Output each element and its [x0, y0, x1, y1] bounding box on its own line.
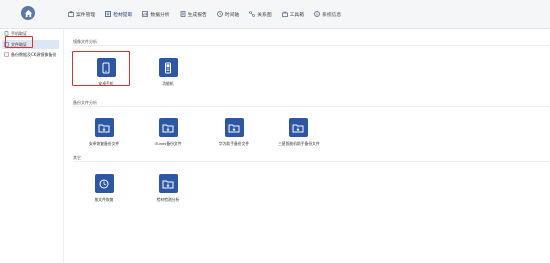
tile-icon-box: [158, 118, 178, 137]
app-window: 案件管理 检材提取 数据分析 生成报告 时间轴 关系图 工具箱 系统信息 手机取…: [0, 0, 550, 263]
folder-icon: [162, 180, 174, 188]
recovery-icon: [99, 179, 109, 188]
tile-label: 安卓恢复备份文件: [88, 141, 120, 146]
nav-generate-report[interactable]: 生成报告: [175, 0, 212, 28]
analysis-icon: [142, 11, 149, 17]
info-icon: [314, 11, 320, 17]
tile-file-recovery[interactable]: 按文件恢复: [84, 174, 124, 203]
tile-icon-box: [158, 58, 178, 77]
nav-evidence-extract[interactable]: 检材提取: [100, 0, 137, 28]
tile-icon-box: [224, 118, 244, 137]
sidebar: 手机取证 文件取证 备份数据及CK源镜像备份: [0, 29, 64, 263]
nav-label: 系统信息: [322, 12, 342, 18]
extract-icon: [105, 11, 112, 17]
nav-label: 关系图: [257, 12, 272, 18]
tile-android-backup[interactable]: 安卓恢复备份文件: [84, 118, 124, 147]
section-divider: [73, 161, 550, 162]
nav-label: 工具箱: [289, 12, 305, 18]
folder-icon: [228, 124, 240, 132]
nav-timeline[interactable]: 时间轴: [212, 0, 244, 28]
tile-samsung-backup[interactable]: 三星智能机助手备份文件: [278, 118, 320, 147]
nav-data-analysis[interactable]: 数据分析: [137, 0, 174, 28]
tile-huawei-backup[interactable]: 华为助手备份文件: [214, 118, 254, 147]
tile-icon-box: [158, 174, 178, 193]
nav-relation-graph[interactable]: 关系图: [244, 0, 276, 28]
tile-itunes-backup[interactable]: iTunes备份文件: [148, 118, 188, 147]
tile-label: 按文件恢复: [94, 197, 114, 202]
folder-icon: [292, 124, 304, 132]
feature-phone-icon: [165, 62, 171, 73]
sidebar-item-label: 备份数据及CK源镜像备份: [11, 51, 57, 57]
top-navigation-bar: 案件管理 检材提取 数据分析 生成报告 时间轴 关系图 工具箱 系统信息: [0, 0, 550, 29]
sidebar-selection-highlight: [5, 36, 33, 48]
nav-toolbox[interactable]: 工具箱: [277, 0, 309, 28]
timeline-icon: [216, 11, 223, 17]
tile-icon-box: [94, 174, 114, 193]
nav-case-management[interactable]: 案件管理: [63, 0, 100, 28]
tile-label: 三星智能机助手备份文件: [278, 141, 320, 146]
tile-feature-phone[interactable]: 功能机: [148, 58, 188, 87]
briefcase-icon: [68, 11, 74, 17]
sidebar-item-backup-image[interactable]: 备份数据及CK源镜像备份: [4, 50, 56, 59]
tile-evidence-analysis[interactable]: 检材检测分析: [148, 174, 188, 203]
tile-selection-highlight: [72, 51, 130, 86]
tile-icon-box: [94, 118, 114, 137]
tile-label: 检材检测分析: [156, 197, 180, 202]
report-icon: [180, 11, 186, 17]
folder-icon: [98, 124, 110, 132]
tile-label: iTunes备份文件: [154, 141, 182, 146]
nav-system-info[interactable]: 系统信息: [309, 0, 346, 28]
nav-label: 生成报告: [187, 12, 207, 18]
tile-label: 功能机: [162, 81, 174, 86]
nav-label: 数据分析: [150, 12, 170, 18]
home-button[interactable]: [21, 6, 35, 20]
section-divider: [73, 106, 550, 107]
section-divider: [73, 45, 550, 46]
nav-label: 时间轴: [224, 12, 240, 18]
nav-label: 检材提取: [113, 12, 133, 18]
main-nav: 案件管理 检材提取 数据分析 生成报告 时间轴 关系图 工具箱 系统信息: [63, 0, 346, 28]
relation-icon: [249, 11, 256, 17]
tile-label: 华为助手备份文件: [218, 141, 250, 146]
nav-label: 案件管理: [76, 12, 96, 18]
backup-icon: [4, 52, 9, 57]
folder-icon: [162, 124, 174, 132]
toolbox-icon: [281, 11, 288, 17]
main-content: 镜像文件分析 安卓手机 功能机 备份文件分析 安卓恢复备份文件 iTunes备份…: [64, 29, 550, 263]
home-icon: [24, 9, 32, 17]
tile-icon-box: [288, 118, 308, 137]
